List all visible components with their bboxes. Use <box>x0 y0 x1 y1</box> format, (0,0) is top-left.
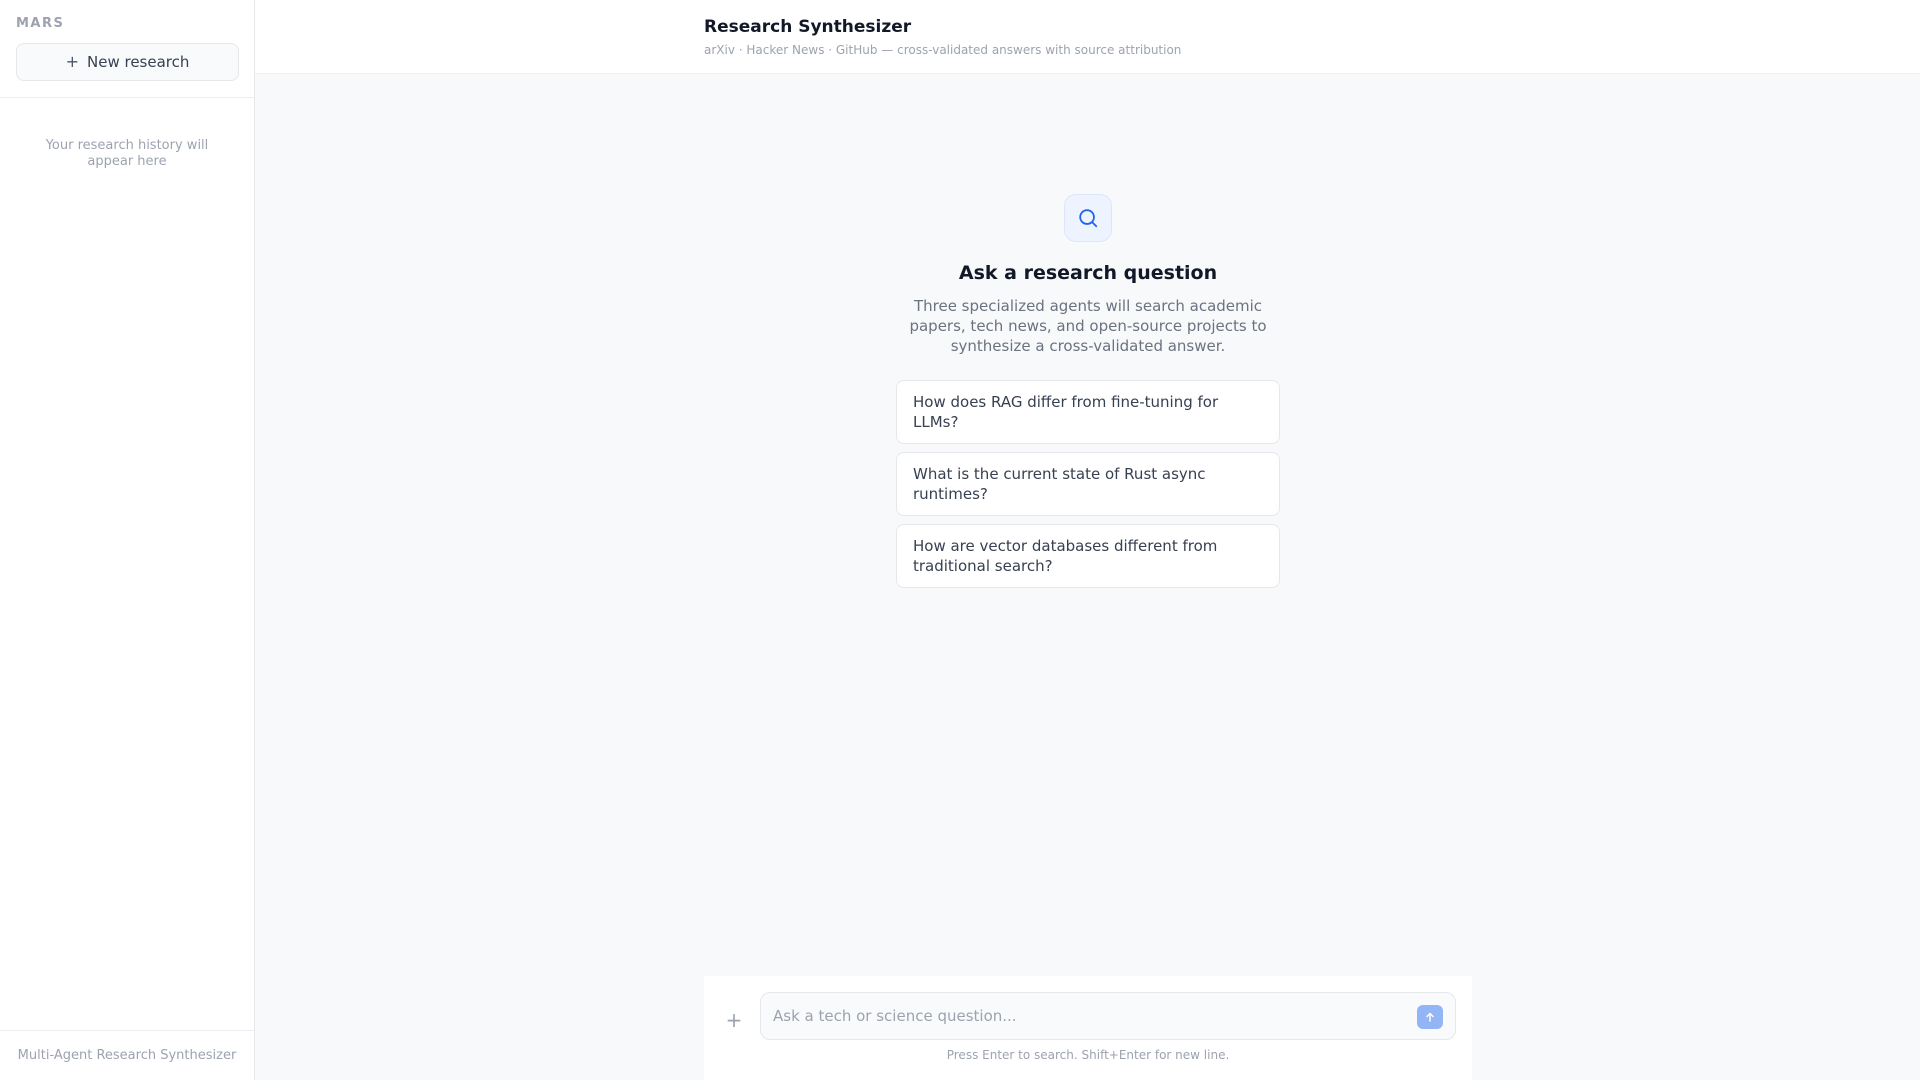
app: MARS + New research Your research histor… <box>0 0 1920 1080</box>
page-subtitle: arXiv · Hacker News · GitHub — cross-val… <box>704 43 1182 57</box>
suggestion-item[interactable]: How does RAG differ from fine-tuning for… <box>896 380 1280 444</box>
empty-state-hero: Ask a research question Three specialize… <box>896 194 1280 588</box>
sidebar-footer: Multi-Agent Research Synthesizer <box>0 1030 254 1080</box>
brand-logo-text: MARS <box>16 16 65 31</box>
sidebar-top: MARS + New research <box>0 0 254 98</box>
suggestion-item[interactable]: How are vector databases different from … <box>896 524 1280 588</box>
send-button[interactable] <box>1417 1005 1443 1029</box>
header: Research Synthesizer arXiv · Hacker News… <box>255 0 1920 74</box>
attach-plus-icon[interactable]: + <box>724 1008 744 1032</box>
new-research-label: New research <box>87 53 190 71</box>
hero-title: Ask a research question <box>958 262 1218 284</box>
arrow-up-icon <box>1426 1012 1434 1022</box>
new-research-button[interactable]: + New research <box>16 43 239 81</box>
history-empty-state: Your research history will appear here <box>45 138 209 169</box>
composer: + Press Enter to search. Shift+Enter for… <box>704 976 1472 1080</box>
main-panel: Research Synthesizer arXiv · Hacker News… <box>255 0 1920 1080</box>
plus-icon: + <box>65 52 79 71</box>
content-area: Ask a research question Three specialize… <box>255 74 1920 1080</box>
question-input[interactable] <box>761 993 1455 1039</box>
suggestion-list: How does RAG differ from fine-tuning for… <box>896 380 1280 588</box>
composer-hint: Press Enter to search. Shift+Enter for n… <box>946 1048 1230 1062</box>
question-input-wrapper <box>760 992 1456 1040</box>
sidebar: MARS + New research Your research histor… <box>0 0 255 1080</box>
page-title: Research Synthesizer <box>704 17 912 37</box>
search-icon <box>1064 194 1112 242</box>
suggestion-item[interactable]: What is the current state of Rust async … <box>896 452 1280 516</box>
hero-description: Three specialized agents will search aca… <box>909 297 1267 355</box>
